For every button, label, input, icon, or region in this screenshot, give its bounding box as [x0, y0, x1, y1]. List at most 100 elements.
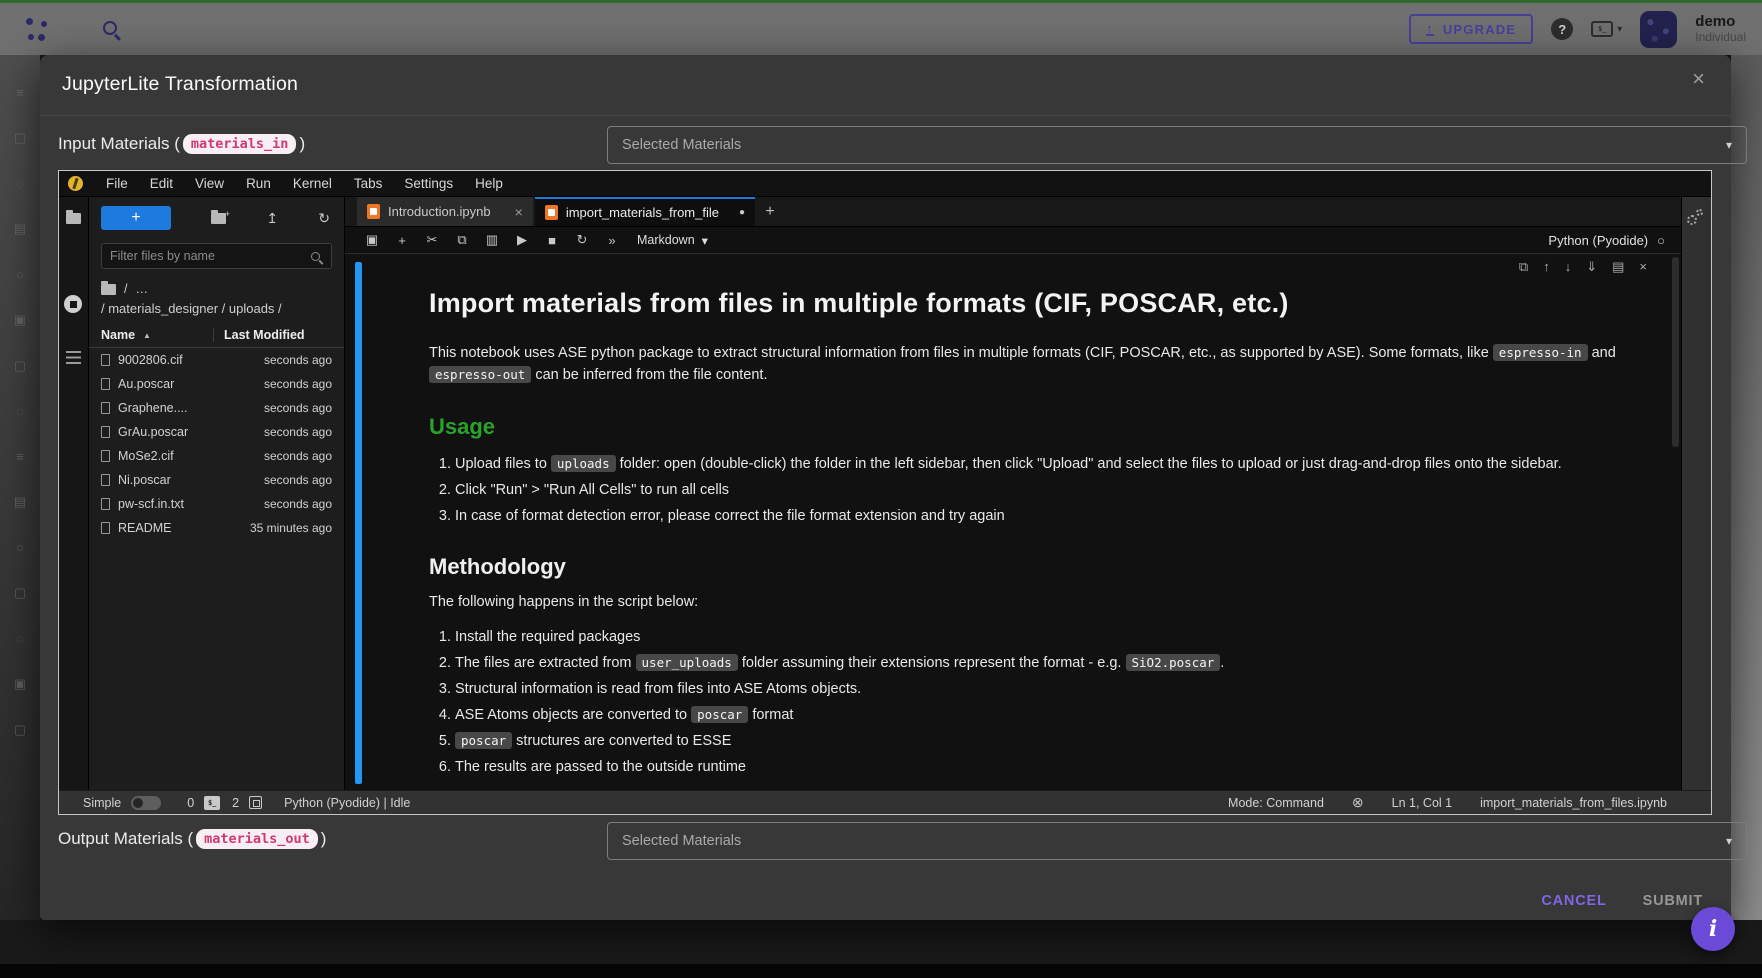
avatar[interactable]: [1640, 11, 1677, 48]
cell-type-label: Markdown: [637, 233, 695, 247]
user-info[interactable]: demo Individual: [1695, 13, 1746, 44]
active-cell-indicator[interactable]: [355, 262, 362, 784]
cancel-button[interactable]: CANCEL: [1541, 893, 1606, 909]
terminal-icon: $_: [204, 796, 220, 810]
filter-files-input[interactable]: [110, 249, 280, 263]
jupyterlite-transformation-dialog: JupyterLite Transformation × Input Mater…: [40, 55, 1731, 920]
inline-code: uploads: [551, 455, 616, 472]
paren-close: ): [299, 134, 305, 154]
running-kernels-tab-icon[interactable]: [64, 295, 82, 313]
run-all-cells-icon[interactable]: »: [597, 233, 627, 248]
input-materials-label: Input Materials ( materials_in ): [58, 134, 305, 154]
save-icon[interactable]: ▣: [357, 232, 387, 248]
menu-run[interactable]: Run: [235, 176, 282, 191]
column-last-modified[interactable]: Last Modified: [213, 328, 332, 342]
duplicate-cell-icon[interactable]: ⧉: [1519, 259, 1528, 275]
file-browser-tab-icon[interactable]: [66, 213, 81, 224]
refresh-icon[interactable]: ↻: [318, 210, 330, 227]
submit-button[interactable]: SUBMIT: [1643, 893, 1703, 909]
change-cell-format-icon[interactable]: ▤: [1612, 259, 1624, 275]
input-selected-materials-dropdown[interactable]: Selected Materials ▾: [607, 126, 1747, 164]
file-row[interactable]: 9002806.cifseconds ago: [89, 348, 344, 372]
file-row[interactable]: MoSe2.cifseconds ago: [89, 444, 344, 468]
list-item: Click "Run" > "Run All Cells" to run all…: [455, 480, 1635, 501]
breadcrumb-ellipsis[interactable]: …: [135, 282, 148, 296]
list-item: ASE Atoms objects are converted to posca…: [455, 705, 1635, 726]
paste-cells-icon[interactable]: ▥: [477, 232, 507, 248]
new-tab-button[interactable]: +: [755, 197, 785, 226]
menu-settings[interactable]: Settings: [393, 176, 464, 191]
menu-tabs[interactable]: Tabs: [343, 176, 394, 191]
simple-mode-toggle[interactable]: [131, 796, 161, 810]
markdown-cell[interactable]: Import materials from files in multiple …: [429, 254, 1635, 778]
new-folder-icon[interactable]: +: [211, 213, 226, 224]
file-row[interactable]: Ni.poscarseconds ago: [89, 468, 344, 492]
breadcrumb-root[interactable]: /: [124, 282, 127, 296]
insert-cell-below-icon[interactable]: +: [387, 233, 417, 248]
table-of-contents-tab-icon[interactable]: [66, 351, 81, 364]
dialog-actions: CANCEL SUBMIT: [1541, 893, 1703, 909]
restart-kernel-icon[interactable]: ↻: [567, 232, 597, 248]
background-sidebar-icon: ≡: [0, 85, 40, 100]
tab-introduction-ipynb[interactable]: Introduction.ipynb ×: [357, 197, 533, 226]
info-button[interactable]: i: [1691, 907, 1735, 951]
help-icon[interactable]: ?: [1551, 18, 1573, 40]
menu-edit[interactable]: Edit: [139, 176, 184, 191]
scrollbar-thumb[interactable]: [1672, 257, 1679, 447]
file-row[interactable]: README35 minutes ago: [89, 516, 344, 540]
background-sidebar-icon: ▢: [0, 585, 40, 601]
move-cell-down-icon[interactable]: ↓: [1565, 259, 1572, 275]
file-icon: [101, 522, 110, 534]
file-row[interactable]: Graphene....seconds ago: [89, 396, 344, 420]
delete-cell-icon[interactable]: ×: [1639, 259, 1647, 275]
tab-import-materials-from-file[interactable]: import_materials_from_file ●: [535, 197, 755, 226]
insert-cell-below-icon[interactable]: ⇓: [1586, 259, 1597, 275]
upload-files-icon[interactable]: ↥: [266, 210, 278, 227]
background-left-sidebar: ≡▢◌▤○▣▢◌≡▤○▢◌▣▢: [0, 55, 40, 920]
move-cell-up-icon[interactable]: ↑: [1543, 259, 1550, 275]
output-selected-materials-dropdown[interactable]: Selected Materials ▾: [607, 822, 1747, 860]
run-cell-icon[interactable]: ▶: [507, 232, 537, 248]
search-icon[interactable]: [103, 21, 117, 35]
terminal-menu[interactable]: $_ ▾: [1591, 21, 1622, 37]
mat3ra-logo-icon[interactable]: [24, 17, 48, 41]
breadcrumb[interactable]: / …: [101, 282, 332, 296]
kernel-indicator[interactable]: Python (Pyodide) ○: [1548, 233, 1665, 248]
close-icon[interactable]: ×: [1692, 68, 1705, 90]
menu-file[interactable]: File: [95, 176, 139, 191]
menu-help[interactable]: Help: [464, 176, 514, 191]
text-run: Install the required packages: [455, 629, 640, 645]
file-row[interactable]: Au.poscarseconds ago: [89, 372, 344, 396]
left-activity-bar: [59, 197, 89, 790]
cut-cells-icon[interactable]: ✂: [417, 232, 447, 248]
simple-mode-label: Simple: [83, 796, 121, 810]
column-name[interactable]: Name ▲: [101, 328, 213, 342]
file-icon: [101, 354, 110, 366]
unsaved-changes-dot: ●: [739, 207, 745, 218]
breadcrumb-path[interactable]: / materials_designer / uploads /: [101, 301, 332, 316]
background-sidebar-icon: ○: [0, 267, 40, 282]
close-icon[interactable]: ×: [515, 204, 523, 220]
list-item: The results are passed to the outside ru…: [455, 757, 1635, 778]
tab-label: import_materials_from_file: [566, 205, 719, 220]
copy-cells-icon[interactable]: ⧉: [447, 232, 477, 248]
menu-kernel[interactable]: Kernel: [282, 176, 343, 191]
dropdown-label: Selected Materials: [622, 833, 741, 849]
cell-type-dropdown[interactable]: Markdown ▾: [637, 233, 708, 248]
upgrade-label: UPGRADE: [1443, 22, 1516, 37]
trust-shield-icon[interactable]: ⊗: [1352, 794, 1364, 811]
file-row[interactable]: GrAu.poscarseconds ago: [89, 420, 344, 444]
file-row[interactable]: pw-scf.in.txtseconds ago: [89, 492, 344, 516]
property-inspector-gears-icon[interactable]: [1687, 209, 1707, 229]
kernel-status[interactable]: Python (Pyodide) | Idle: [284, 796, 410, 810]
file-modified: seconds ago: [264, 497, 332, 511]
text-run: Structural information is read from file…: [455, 681, 861, 697]
kernel-chip-icon: [249, 796, 262, 809]
upgrade-button[interactable]: ↑ UPGRADE: [1409, 14, 1533, 44]
chevron-down-icon: ▾: [1726, 834, 1732, 848]
file-modified: seconds ago: [264, 377, 332, 391]
new-launcher-button[interactable]: +: [101, 206, 171, 230]
cursor-position[interactable]: Ln 1, Col 1: [1392, 796, 1452, 810]
interrupt-kernel-icon[interactable]: ■: [537, 233, 567, 248]
menu-view[interactable]: View: [184, 176, 235, 191]
